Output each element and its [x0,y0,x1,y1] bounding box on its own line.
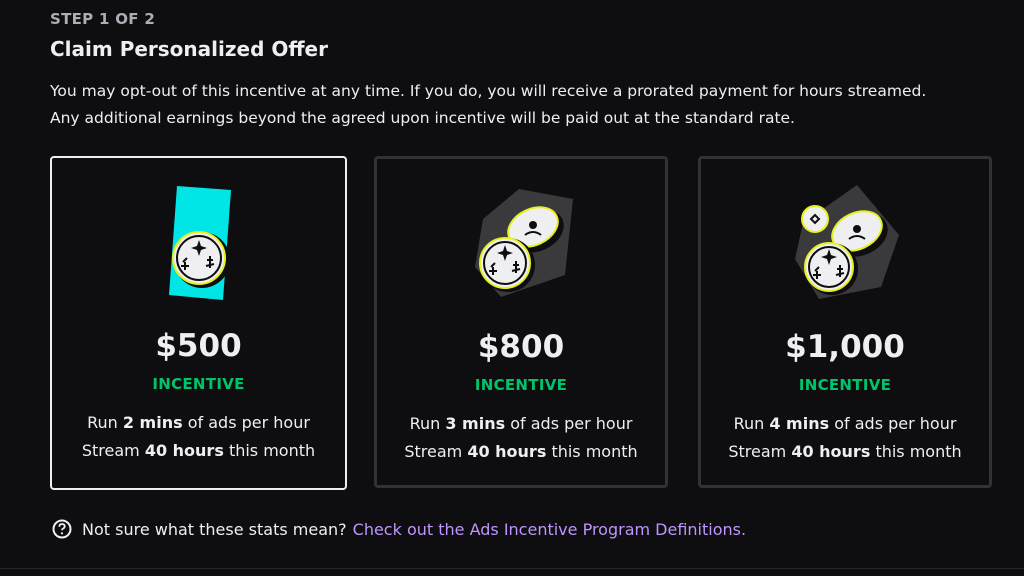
step-indicator: STEP 1 OF 2 [50,10,156,28]
coin-badge-illustration [52,178,345,308]
offer-card-1000[interactable]: $1,000 INCENTIVE Run 4 mins of ads per h… [698,156,992,488]
offer-amount: $800 [477,329,565,365]
offer-amount: $1,000 [785,329,905,365]
offer-amount: $500 [155,328,242,364]
stream-requirement: Stream 40 hours this month [404,442,638,461]
description: You may opt-out of this incentive at any… [50,78,1010,132]
divider [0,568,1024,569]
ads-requirement: Run 2 mins of ads per hour [87,413,310,432]
ads-requirement: Run 4 mins of ads per hour [733,414,957,433]
incentive-label: INCENTIVE [798,376,892,394]
stream-requirement: Stream 40 hours this month [81,441,316,460]
definitions-link[interactable]: Check out the Ads Incentive Program Defi… [353,520,746,539]
description-line-1: You may opt-out of this incentive at any… [50,82,927,100]
help-row: Not sure what these stats mean? Check ou… [52,519,746,539]
stream-requirement: Stream 40 hours this month [728,442,962,461]
incentive-label: INCENTIVE [474,376,568,394]
ads-requirement: Run 3 mins of ads per hour [409,414,633,433]
help-text: Not sure what these stats mean? [82,519,347,539]
coin-pile-illustration [701,179,989,309]
coin-stack-illustration [377,179,665,309]
offer-card-500[interactable]: $500 INCENTIVE Run 2 mins of ads per hou… [50,156,347,490]
page-title: Claim Personalized Offer [50,37,328,61]
question-circle-icon [52,519,72,539]
description-line-2: Any additional earnings beyond the agree… [50,109,795,127]
incentive-label: INCENTIVE [152,375,245,393]
offer-cards: $500 INCENTIVE Run 2 mins of ads per hou… [50,156,994,490]
offer-card-800[interactable]: $800 INCENTIVE Run 3 mins of ads per hou… [374,156,668,488]
